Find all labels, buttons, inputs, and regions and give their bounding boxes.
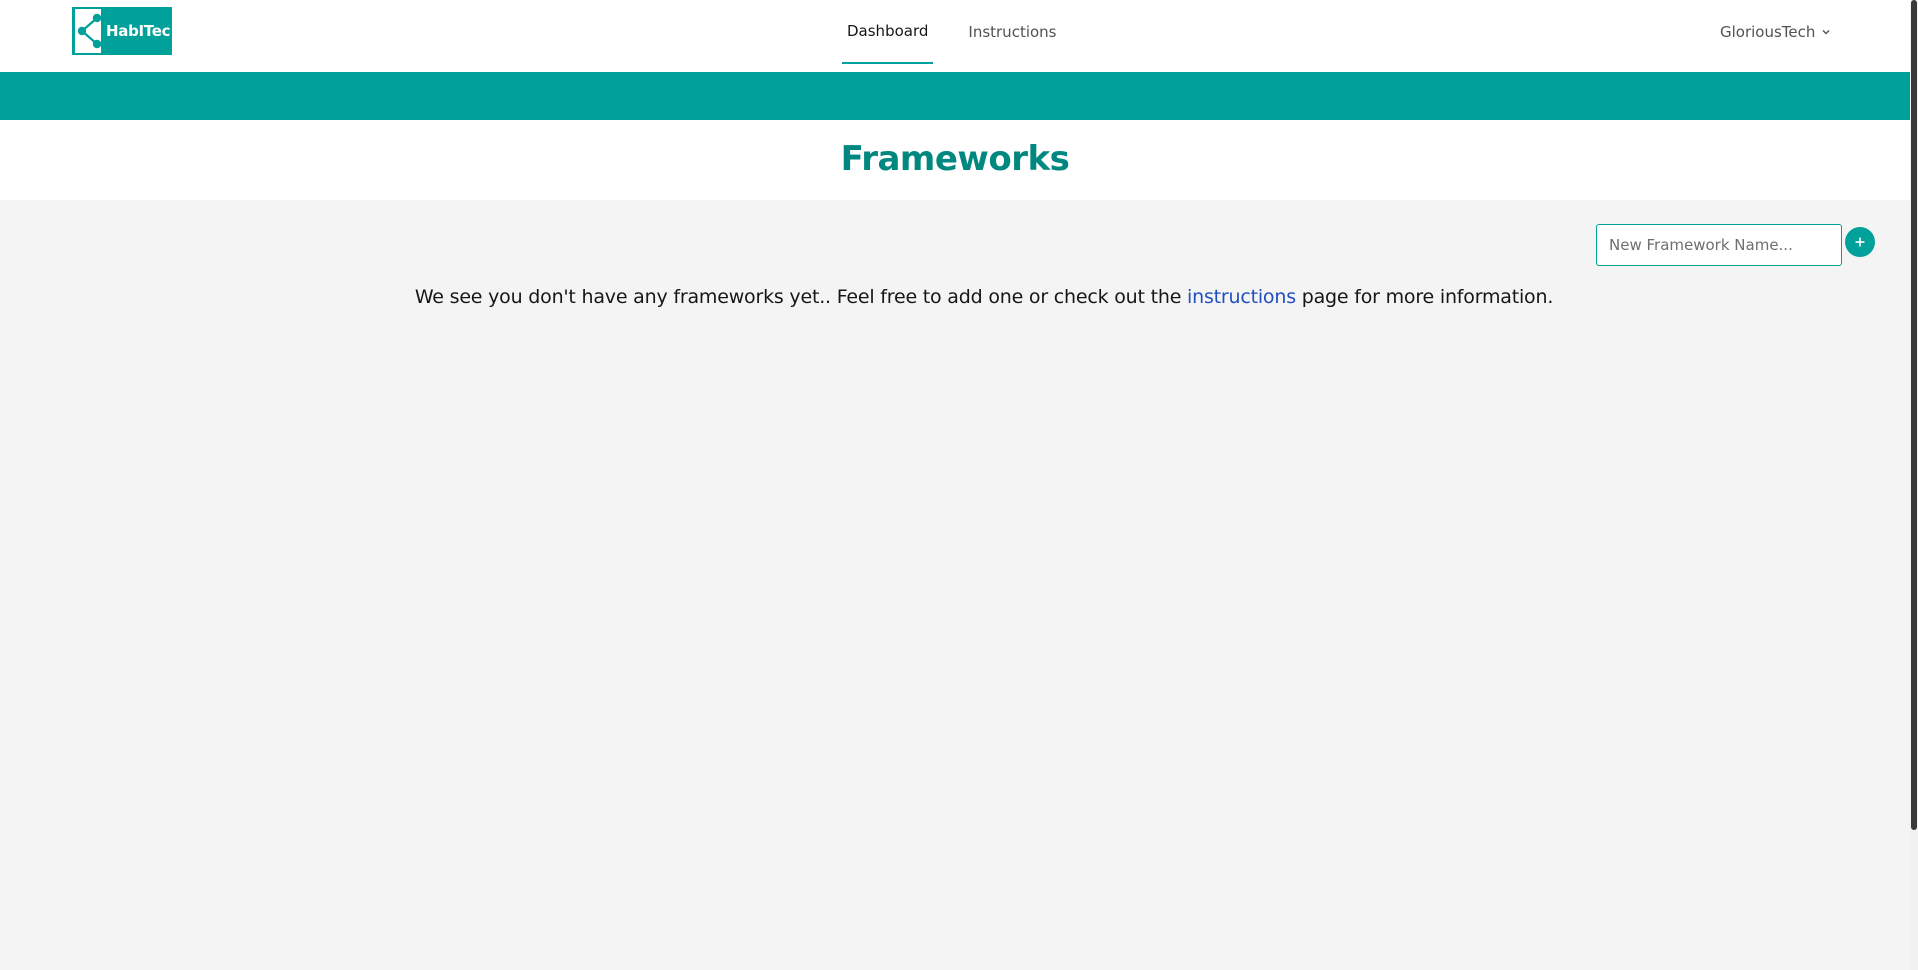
page-title: Frameworks [840, 139, 1070, 179]
chevron-down-icon [1822, 30, 1830, 35]
logo[interactable]: HabITec [72, 7, 172, 55]
new-framework-input[interactable] [1596, 224, 1842, 266]
scrollbar-thumb[interactable] [1911, 0, 1917, 830]
nav-tab-dashboard[interactable]: Dashboard [842, 0, 934, 64]
empty-message-after: page for more information. [1295, 286, 1554, 308]
logo-text: HabITec [106, 22, 171, 40]
plus-icon [1855, 237, 1865, 247]
instructions-link[interactable]: instructions [1187, 286, 1296, 308]
empty-state-message: We see you don't have any frameworks yet… [0, 286, 1918, 308]
user-name: GloriousTech [1720, 23, 1816, 41]
title-bar: Frameworks [0, 120, 1910, 200]
main-nav: Dashboard Instructions [842, 0, 1092, 64]
empty-message-before: We see you don't have any frameworks yet… [414, 286, 1188, 308]
top-header: HabITec Dashboard Instructions GloriousT… [0, 0, 1910, 72]
page: HabITec Dashboard Instructions GloriousT… [0, 0, 1918, 970]
scrollbar[interactable] [1910, 0, 1918, 970]
nav-tab-instructions[interactable]: Instructions [963, 0, 1061, 64]
add-framework-button[interactable] [1845, 227, 1875, 257]
user-menu[interactable]: GloriousTech [1720, 20, 1831, 44]
share-icon [75, 9, 101, 53]
accent-band [0, 72, 1910, 120]
